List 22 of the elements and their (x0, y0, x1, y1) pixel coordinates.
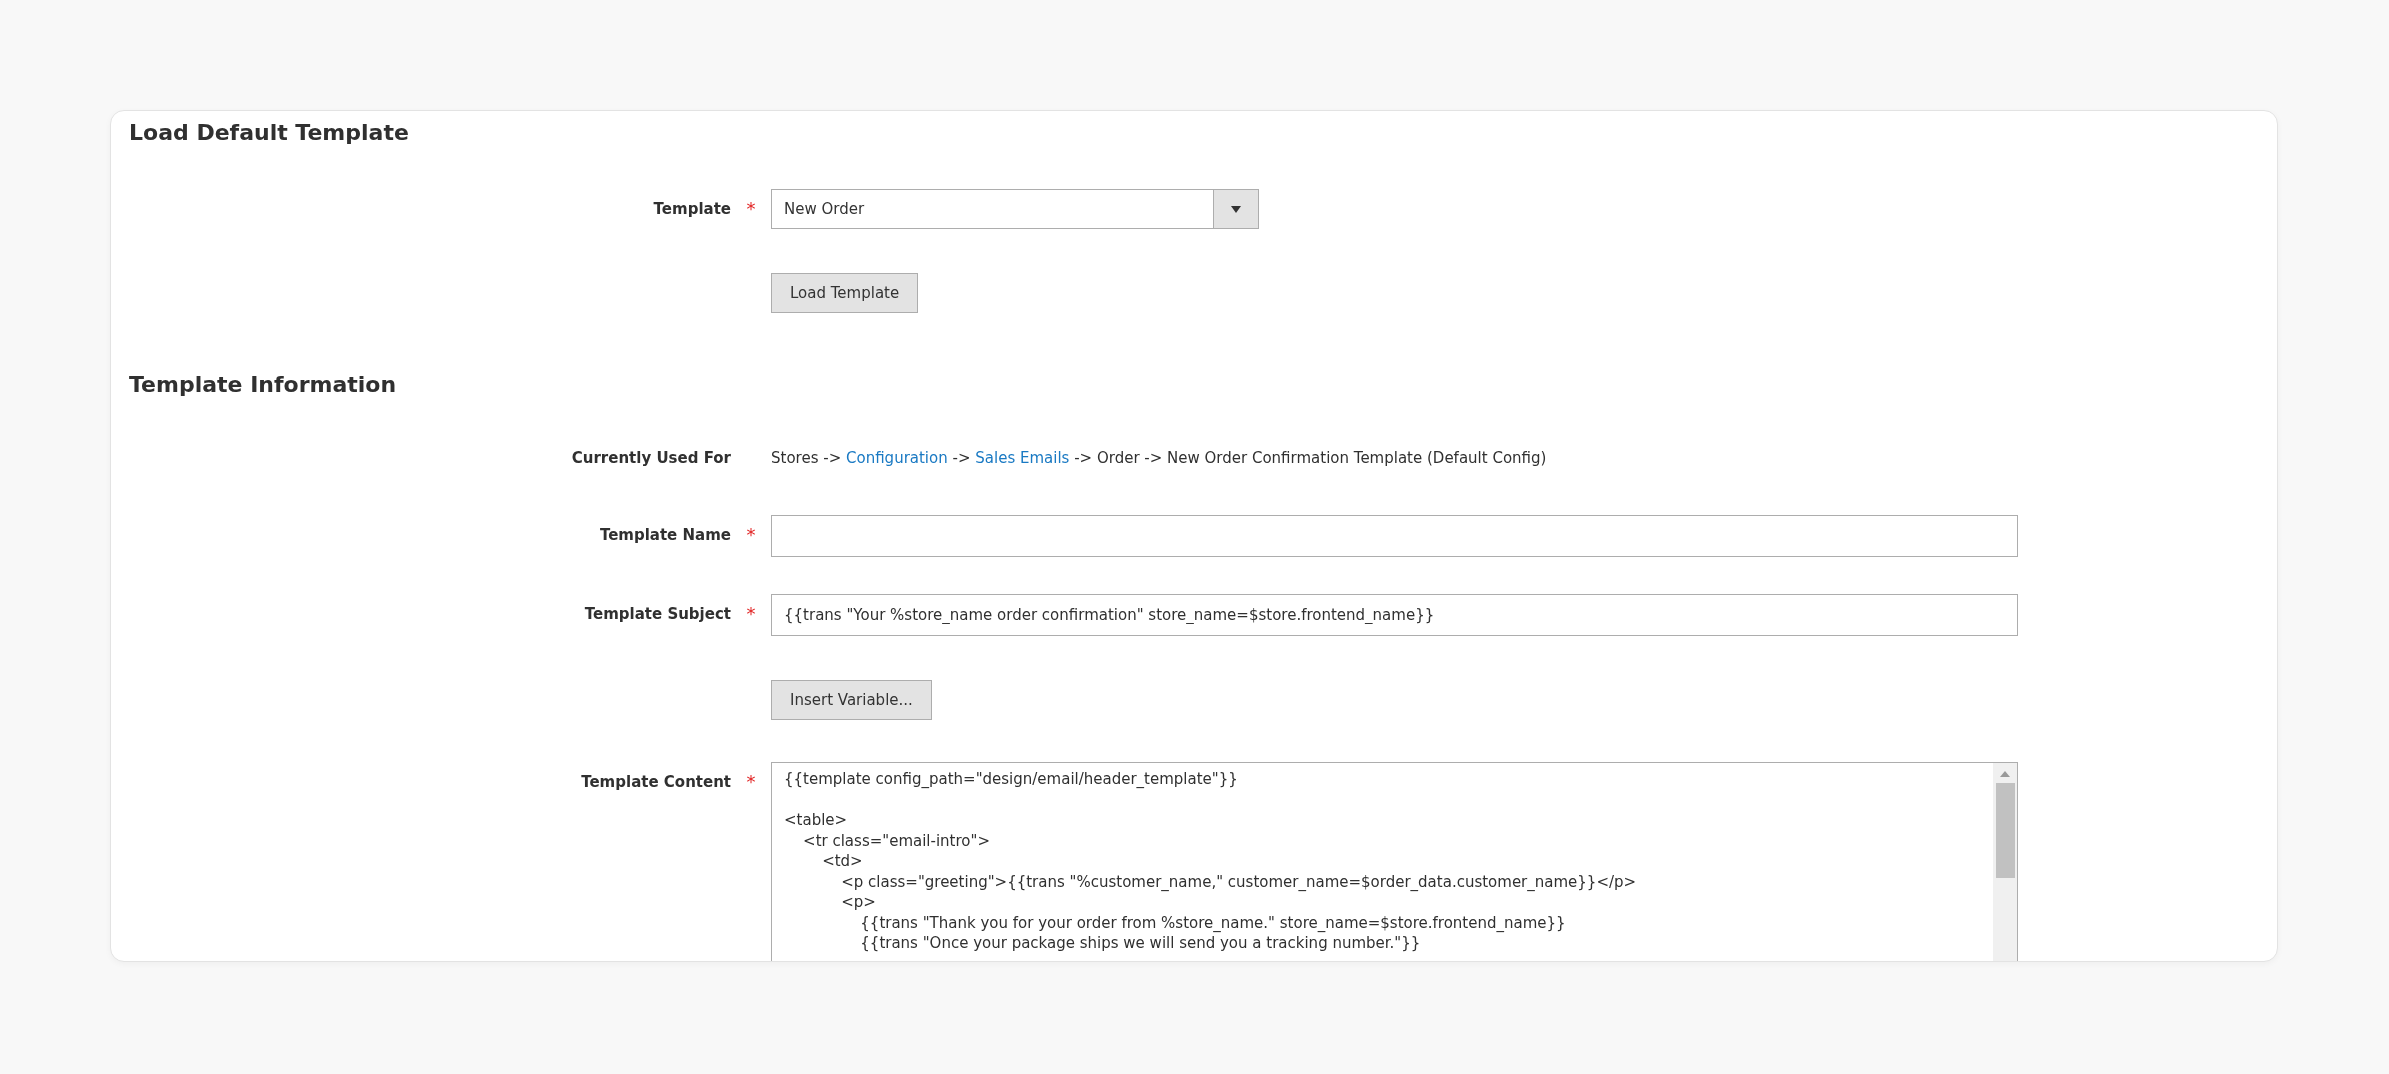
text-field[interactable] (771, 515, 2018, 557)
section-heading: Load Default Template (129, 119, 410, 146)
config-link[interactable]: Sales Emails (975, 449, 1070, 467)
action-button[interactable]: Load Template (771, 273, 919, 313)
required-mark: * (746, 198, 756, 219)
field-label: Template Content (581, 772, 731, 793)
required-mark: * (746, 603, 756, 624)
config-link[interactable]: Configuration (846, 449, 948, 467)
required-mark: * (746, 771, 756, 792)
field-label: Template (653, 199, 731, 220)
text-field[interactable]: {{trans "Your %store_name order confirmation" store_name=$store.frontend_name}} (771, 594, 2018, 636)
required-mark: * (746, 524, 756, 545)
scroll-up-icon[interactable] (2000, 771, 2010, 777)
field-label: Currently Used For (571, 448, 731, 469)
section-heading: Template Information (129, 371, 398, 398)
caret-down-icon (1231, 205, 1241, 213)
field-label: Template Subject (584, 604, 731, 625)
action-button[interactable]: Insert Variable... (771, 680, 932, 720)
template-code: {{template config_path="design/email/header_template"}} <table> <tr class="email-intro"> <td> <p class="greeting">{{trans "%customer_name," customer_name=$order_data.customer_name}}</p> <p> {{trans "Thank you for your order from %store_name." store_name=$store.frontend_name}} {{trans "Once your package ships we will send you a tracking number."}} (783, 769, 1638, 954)
config-path-text: Stores -> Configuration -> Sales Emails -> Order -> New Order Confirmation Template (Default Config) (771, 448, 1548, 469)
field-label: Template Name (599, 525, 731, 546)
template-select[interactable]: New Order (771, 189, 1259, 229)
